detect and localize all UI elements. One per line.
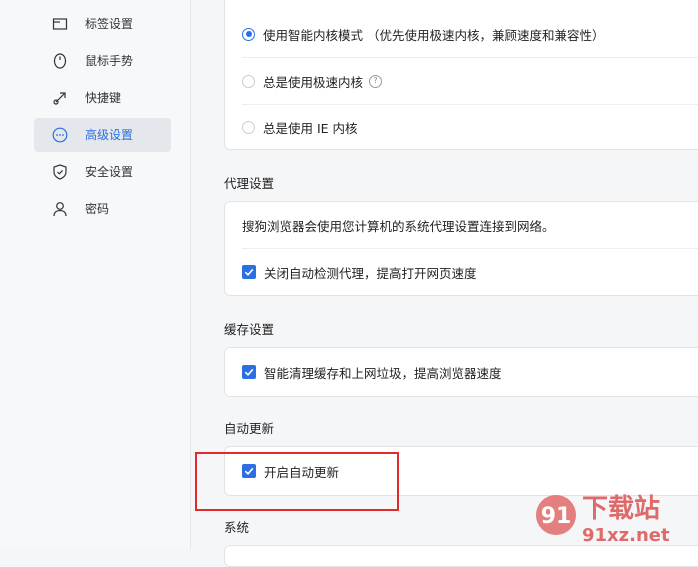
more-circle-icon [51,126,69,144]
system-card [224,545,698,567]
update-section-title: 自动更新 [224,421,275,436]
sidebar-item-password[interactable]: 密码 [34,192,171,226]
cache-card: 智能清理缓存和上网垃圾，提高浏览器速度 [224,347,698,397]
sidebar-item-label: 密码 [85,202,110,216]
kernel-option-ie[interactable]: 总是使用 IE 内核 [242,104,698,150]
proxy-card: 搜狗浏览器会使用您计算机的系统代理设置连接到网络。 关闭自动检测代理，提高打开网… [224,201,698,296]
highlight-box [195,452,399,511]
proxy-description: 搜狗浏览器会使用您计算机的系统代理设置连接到网络。 [242,202,698,248]
shield-icon [51,163,69,181]
kernel-option-speed[interactable]: 总是使用极速内核 ? [242,58,698,104]
cache-option-label: 智能清理缓存和上网垃圾，提高浏览器速度 [264,365,502,381]
watermark-brand: 下载站 [582,494,660,524]
radio-unselected[interactable] [242,120,255,134]
sidebar-item-label: 安全设置 [85,165,134,179]
proxy-option[interactable]: 关闭自动检测代理，提高打开网页速度 [242,249,698,295]
sidebar-item-label: 快捷键 [85,91,122,105]
settings-sidebar: 标签设置 鼠标手势 快捷键 高级设置 安全设置 密码 [0,0,191,549]
mouse-icon [51,52,69,70]
sidebar-item-label: 标签设置 [85,17,134,31]
proxy-option-label: 关闭自动检测代理，提高打开网页速度 [264,265,477,281]
radio-unselected[interactable] [242,74,255,88]
sidebar-item-advanced-settings[interactable]: 高级设置 [34,118,171,152]
proxy-section-title: 代理设置 [224,176,275,191]
watermark-logo: 91 下载站 91xz.net [534,487,694,547]
sidebar-item-shortcuts[interactable]: 快捷键 [34,81,171,115]
checkbox-checked[interactable] [242,265,256,279]
cache-section-title: 缓存设置 [224,322,275,337]
checkbox-checked[interactable] [242,365,256,379]
tab-icon [51,15,69,33]
sidebar-item-tab-settings[interactable]: 标签设置 [34,7,171,41]
cache-option[interactable]: 智能清理缓存和上网垃圾，提高浏览器速度 [242,349,698,395]
sidebar-item-label: 鼠标手势 [85,54,134,68]
help-icon[interactable]: ? [369,74,383,88]
kernel-option-label: 总是使用极速内核 [263,74,364,90]
user-icon [51,200,69,218]
proxy-description-text: 搜狗浏览器会使用您计算机的系统代理设置连接到网络。 [242,218,555,234]
watermark-site: 91xz.net [582,525,670,546]
kernel-mode-card: 使用智能内核模式 （优先使用极速内核，兼顾速度和兼容性） 总是使用极速内核 ? … [224,0,698,150]
kernel-option-label: 使用智能内核模式 （优先使用极速内核，兼顾速度和兼容性） [263,27,605,43]
sidebar-item-label: 高级设置 [85,128,134,142]
sidebar-item-security-settings[interactable]: 安全设置 [34,155,171,189]
kernel-option-smart[interactable]: 使用智能内核模式 （优先使用极速内核，兼顾速度和兼容性） [242,11,698,57]
shortcut-arrow-icon [51,89,69,107]
watermark-logo-text: 91 [541,504,572,529]
system-section-title: 系统 [224,520,250,535]
sidebar-item-mouse-gesture[interactable]: 鼠标手势 [34,44,171,78]
radio-selected[interactable] [242,27,255,41]
kernel-option-label: 总是使用 IE 内核 [263,120,358,136]
